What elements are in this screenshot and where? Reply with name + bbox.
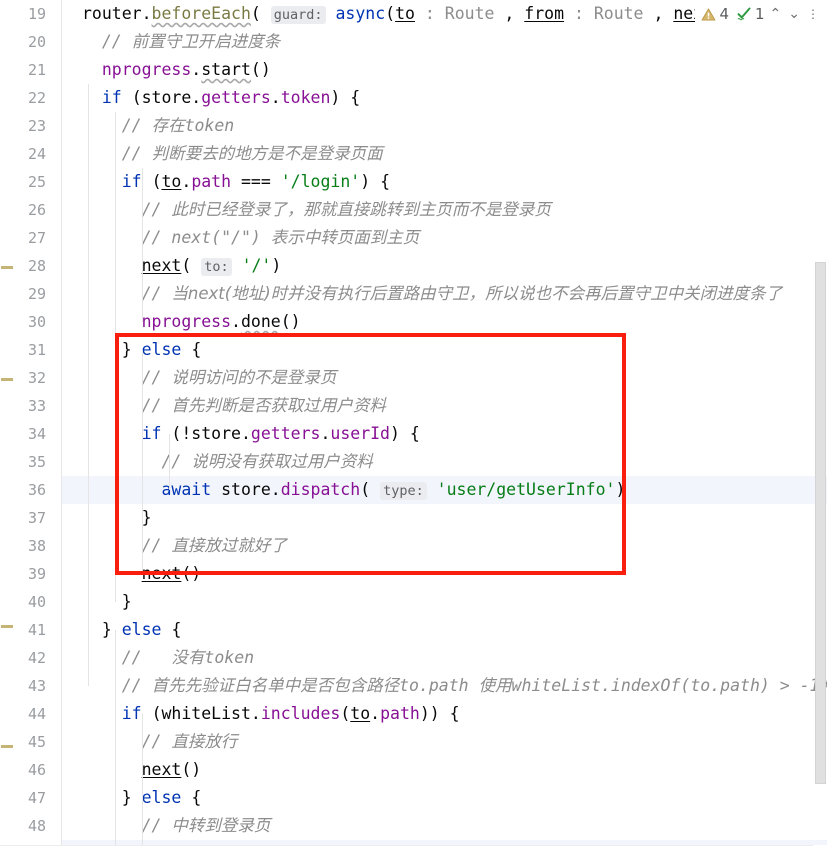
- line-number: 31: [27, 341, 46, 359]
- code-content[interactable]: router.beforeEach( guard: async(to : Rou…: [62, 0, 827, 854]
- warning-marker[interactable]: [1, 266, 13, 269]
- inlay-hint-to: to:: [201, 258, 232, 276]
- indent-guide: [88, 84, 89, 686]
- warning-marker[interactable]: [1, 378, 13, 381]
- line-number: 35: [27, 453, 46, 471]
- scrollbar-thumb[interactable]: [815, 262, 826, 784]
- line-number: 44: [27, 705, 46, 723]
- warning-triangle-icon: [701, 7, 716, 22]
- code-line-23[interactable]: // 存在token: [62, 112, 827, 140]
- line-number: 37: [27, 509, 46, 527]
- code-line-36[interactable]: await store.dispatch( type: 'user/getUse…: [62, 476, 827, 504]
- code-line-26[interactable]: // 此时已经登录了，那就直接跳转到主页而不是登录页: [62, 196, 827, 224]
- line-number: 42: [27, 649, 46, 667]
- horizontal-scrollbar-thumb[interactable]: [64, 846, 744, 853]
- vertical-scrollbar[interactable]: [813, 0, 827, 854]
- inspection-widget[interactable]: 4 1 ⌃ ⌄ ⋮: [695, 0, 823, 28]
- code-line-31[interactable]: } else {: [62, 336, 827, 364]
- line-number: 38: [27, 537, 46, 555]
- code-line-41[interactable]: } else {: [62, 616, 827, 644]
- line-number: 40: [27, 593, 46, 611]
- code-line-43[interactable]: // 首先先验证白名单中是否包含路径to.path 使用whiteList.in…: [62, 672, 827, 700]
- line-number: 43: [27, 677, 46, 695]
- code-line-47[interactable]: } else {: [62, 784, 827, 812]
- code-line-44[interactable]: if (whiteList.includes(to.path)) {: [62, 700, 827, 728]
- code-editor[interactable]: router.beforeEach( guard: async(to : Rou…: [0, 0, 827, 854]
- code-line-28[interactable]: next( to: '/'): [62, 252, 827, 280]
- next-problem-arrow-icon[interactable]: ⌄: [786, 6, 802, 22]
- code-line-46[interactable]: next(): [62, 756, 827, 784]
- code-line-33[interactable]: // 首先判断是否获取过用户资料: [62, 392, 827, 420]
- line-number: 22: [27, 89, 46, 107]
- check-count: 1: [754, 5, 765, 23]
- code-line-30[interactable]: nprogress.done(): [62, 308, 827, 336]
- line-number: 20: [27, 33, 46, 51]
- code-line-29[interactable]: // 当next(地址)时并没有执行后置路由守卫，所以说也不会再后置守卫中关闭进…: [62, 280, 827, 308]
- code-line-34[interactable]: if (!store.getters.userId) {: [62, 420, 827, 448]
- code-line-27[interactable]: // next("/") 表示中转页面到主页: [62, 224, 827, 252]
- green-check-squiggle-icon: [736, 6, 752, 22]
- code-line-38[interactable]: // 直接放过就好了: [62, 532, 827, 560]
- warning-marker[interactable]: [1, 625, 13, 628]
- indent-guide: [169, 434, 170, 490]
- code-line-42[interactable]: // 没有token: [62, 644, 827, 672]
- line-number: 33: [27, 397, 46, 415]
- code-line-22[interactable]: if (store.getters.token) {: [62, 84, 827, 112]
- line-number: 25: [27, 173, 46, 191]
- line-number: 27: [27, 229, 46, 247]
- code-line-20[interactable]: // 前置守卫开启进度条: [62, 28, 827, 56]
- indent-guide: [142, 168, 143, 322]
- line-number-gutter[interactable]: 19 20 21 22 23 24 25 26 27 28 29 30 31 3…: [0, 0, 62, 854]
- gutter-separator: [61, 0, 62, 854]
- line-number: 47: [27, 789, 46, 807]
- code-line-37[interactable]: }: [62, 504, 827, 532]
- indent-guide: [115, 630, 116, 854]
- indent-guide: [115, 112, 116, 602]
- scrollbar-corner: [813, 845, 827, 854]
- line-number: 30: [27, 313, 46, 331]
- code-line-21[interactable]: nprogress.start(): [62, 56, 827, 84]
- line-number: 36: [27, 481, 46, 499]
- code-line-40[interactable]: }: [62, 588, 827, 616]
- horizontal-scrollbar[interactable]: [0, 845, 813, 854]
- code-line-25[interactable]: if (to.path === '/login') {: [62, 168, 827, 196]
- line-number: 26: [27, 201, 46, 219]
- code-line-39[interactable]: next(): [62, 560, 827, 588]
- code-line-32[interactable]: // 说明访问的不是登录页: [62, 364, 827, 392]
- inlay-hint-guard: guard:: [270, 6, 326, 24]
- code-line-48[interactable]: // 中转到登录页: [62, 812, 827, 840]
- line-number: 34: [27, 425, 46, 443]
- line-number: 19: [27, 5, 46, 23]
- line-number: 45: [27, 733, 46, 751]
- line-number: 46: [27, 761, 46, 779]
- code-line-24[interactable]: // 判断要去的地方是不是登录页面: [62, 140, 827, 168]
- indent-guide: [142, 350, 143, 574]
- warning-marker[interactable]: [1, 745, 13, 748]
- line-number: 21: [27, 61, 46, 79]
- more-options-icon[interactable]: ⋮: [805, 7, 821, 21]
- indent-guide: [142, 714, 143, 854]
- line-number: 24: [27, 145, 46, 163]
- code-line-45[interactable]: // 直接放行: [62, 728, 827, 756]
- inlay-hint-type: type:: [380, 482, 427, 500]
- line-number: 48: [27, 817, 46, 835]
- code-line-35[interactable]: // 说明没有获取过用户资料: [62, 448, 827, 476]
- line-number: 39: [27, 565, 46, 583]
- line-number: 29: [27, 285, 46, 303]
- line-number: 23: [27, 117, 46, 135]
- warning-count: 4: [719, 5, 729, 23]
- prev-problem-arrow-icon[interactable]: ⌃: [768, 6, 784, 22]
- line-number: 41: [27, 621, 46, 639]
